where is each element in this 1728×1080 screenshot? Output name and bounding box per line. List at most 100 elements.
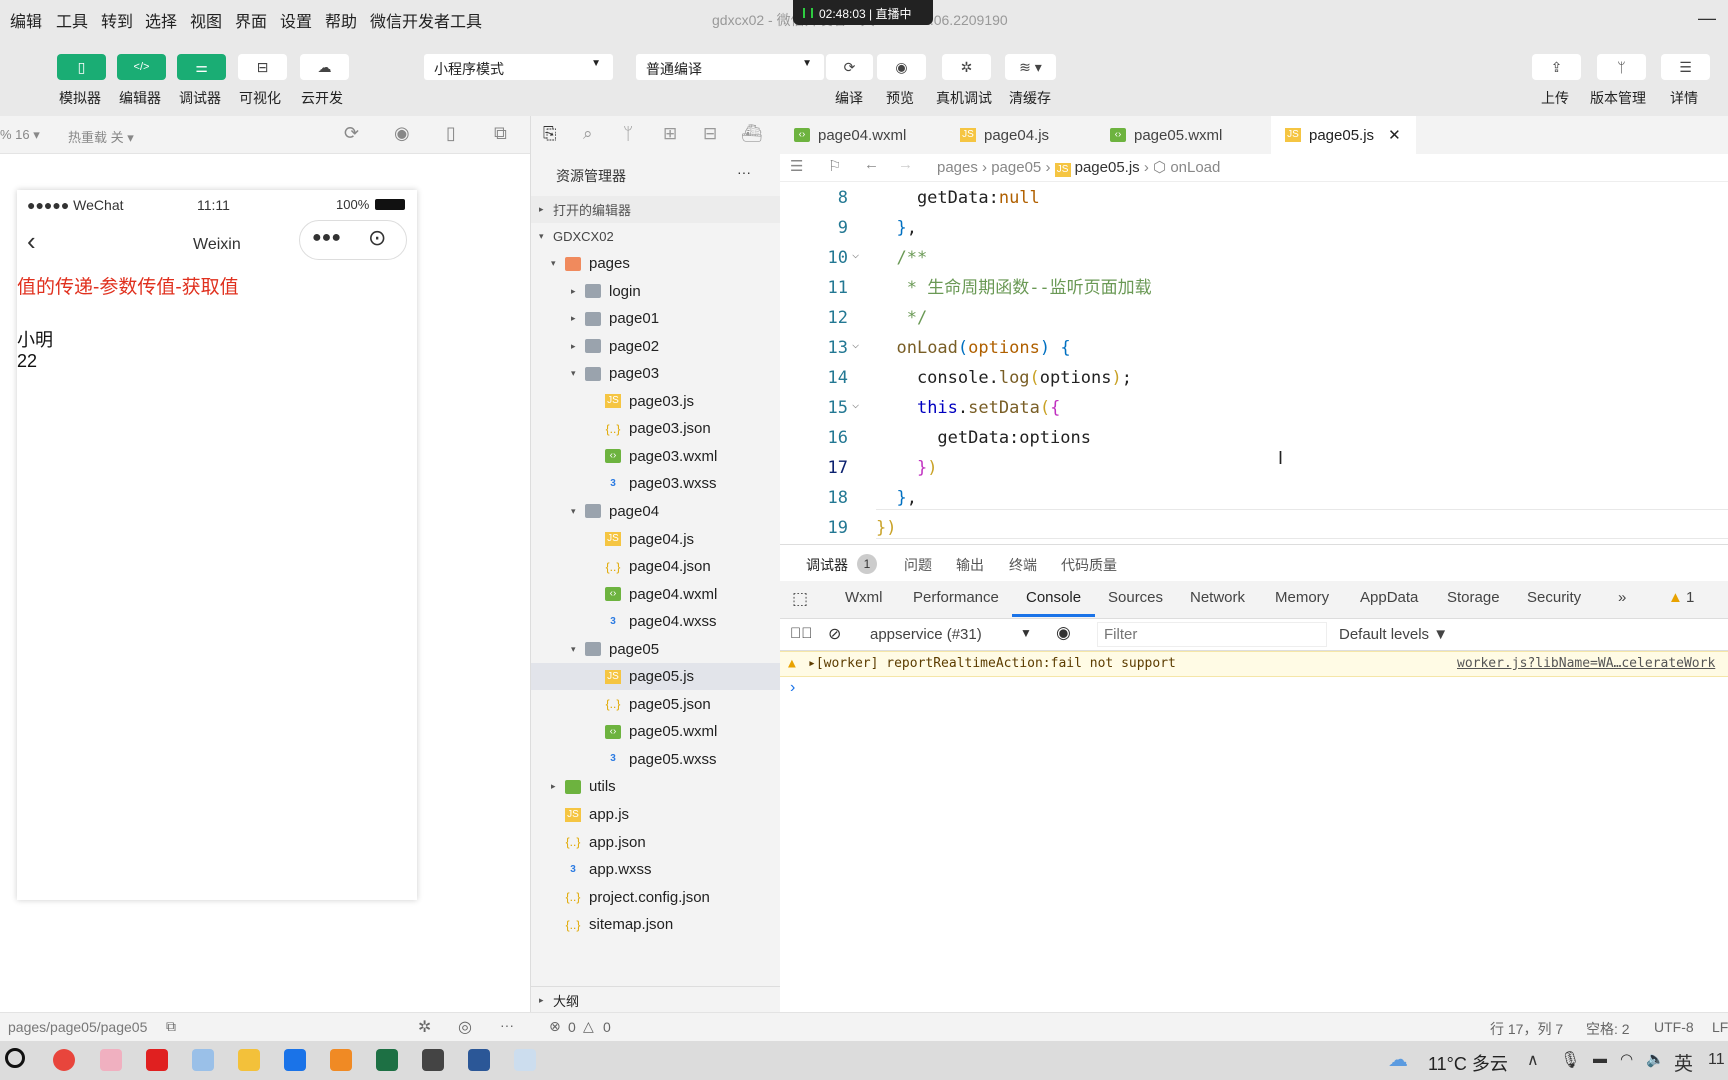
code-line[interactable]: this.setData({ (876, 393, 1060, 423)
tree-item[interactable]: {..} app.json (531, 829, 781, 856)
bug-icon[interactable]: ✲ (418, 1017, 431, 1037)
real-device-debug-button[interactable]: ✲ (942, 54, 991, 80)
tab-code-quality[interactable]: 代码质量 (1061, 555, 1117, 575)
fold-chevron-icon[interactable]: ⌵ (852, 337, 859, 351)
tree-item[interactable]: ‹› page05.wxml (531, 718, 781, 745)
encoding[interactable]: UTF-8 (1654, 1019, 1694, 1035)
tree-item[interactable]: ▾ page04 (531, 498, 781, 525)
cursor-position[interactable]: 行 17，列 7 (1490, 1019, 1563, 1039)
tab-page05-wxml[interactable]: ‹› page05.wxml (1096, 116, 1262, 154)
project-section[interactable]: ▾ GDXCX02 (531, 223, 781, 250)
clear-cache-button[interactable]: ≋ ▾ (1005, 54, 1056, 80)
tab-security[interactable]: Security (1527, 589, 1581, 606)
fold-chevron-icon[interactable]: ⌵ (852, 247, 859, 261)
color-picker-icon[interactable] (422, 1049, 444, 1071)
files-icon[interactable]: ⎘ (543, 124, 557, 144)
tree-item[interactable]: ‹› page03.wxml (531, 443, 781, 470)
minimize-button[interactable]: — (1698, 8, 1716, 29)
tree-item[interactable]: {..} page05.json (531, 691, 781, 718)
menu-view[interactable]: 视图 (190, 8, 222, 32)
eye-icon[interactable]: ◎ (458, 1017, 472, 1037)
menu-tools[interactable]: 工具 (56, 8, 88, 32)
code-line[interactable]: }) (876, 453, 938, 483)
tab-wxml[interactable]: Wxml (845, 589, 883, 606)
error-count[interactable]: 0 (568, 1019, 576, 1035)
eol[interactable]: LF (1712, 1019, 1728, 1035)
close-miniprogram-icon[interactable]: ⊙ (368, 225, 386, 251)
tab-problems[interactable]: 问题 (904, 555, 932, 575)
code-line[interactable]: }, (876, 213, 917, 243)
chevron-down-icon[interactable]: ▾ (571, 506, 585, 517)
mode-select[interactable]: 小程序模式 ▼ (424, 54, 613, 80)
chevron-right-icon[interactable]: ▸ (551, 781, 565, 792)
tree-item[interactable]: JS page03.js (531, 388, 781, 415)
more-icon[interactable]: ●●● (312, 229, 341, 247)
upload-button[interactable]: ⇪ (1532, 54, 1581, 80)
warning-count[interactable]: 1 (1686, 589, 1694, 606)
wifi-icon[interactable]: ◠ (1620, 1050, 1633, 1068)
levels-select[interactable]: Default levels ▼ (1339, 626, 1448, 643)
docker-icon[interactable]: ⛴ (741, 124, 763, 144)
visual-button[interactable]: ⊟ (238, 54, 287, 80)
clock[interactable]: 11 (1708, 1051, 1725, 1069)
tab-sources[interactable]: Sources (1108, 589, 1163, 606)
menu-edit[interactable]: 编辑 (10, 8, 42, 32)
code-line[interactable]: }, (876, 483, 917, 513)
rotate-icon[interactable]: ⟳ (344, 123, 359, 144)
tree-item[interactable]: 3 page05.wxss (531, 746, 781, 773)
code-line[interactable]: * 生命周期函数--监听页面加载 (876, 273, 1152, 303)
chevron-right-icon[interactable]: ▸ (571, 341, 585, 352)
tree-item[interactable]: JS app.js (531, 801, 781, 828)
chevron-right-icon[interactable]: ▸ (571, 286, 585, 297)
debugger-button[interactable]: ⚌ (177, 54, 226, 80)
warning-source-link[interactable]: worker.js?libName=WA…celerateWork (1457, 652, 1715, 676)
menu-devtools[interactable]: 微信开发者工具 (370, 8, 482, 32)
app-icon[interactable] (284, 1049, 306, 1071)
code-line[interactable]: }) (876, 513, 896, 543)
volume-icon[interactable]: 🔈 (1646, 1050, 1665, 1068)
tree-item[interactable]: ▾ page05 (531, 636, 781, 663)
tree-item[interactable]: ▸ login (531, 278, 781, 305)
crumb-pages[interactable]: pages (937, 159, 978, 176)
record-icon[interactable]: ◉ (394, 123, 410, 144)
indentation[interactable]: 空格: 2 (1586, 1019, 1630, 1039)
search-icon[interactable] (5, 1048, 25, 1068)
open-editors-section[interactable]: ▸ 打开的编辑器 (531, 196, 781, 223)
simulator-button[interactable]: ▯ (57, 54, 106, 80)
inspect-icon[interactable]: ⬚ (792, 589, 808, 609)
crumb-page05[interactable]: page05 (991, 159, 1041, 176)
crumb-symbol[interactable]: onLoad (1170, 159, 1220, 176)
code-line[interactable]: getData:options (876, 423, 1091, 453)
tree-item[interactable]: JS page05.js (531, 663, 781, 691)
popout-icon[interactable]: ⧉ (494, 123, 507, 144)
tab-debugger[interactable]: 调试器 (806, 555, 848, 583)
microphone-icon[interactable]: 🎙 (1560, 1050, 1580, 1070)
youdao-icon[interactable] (146, 1049, 168, 1071)
chevron-down-icon[interactable]: ▾ (571, 644, 585, 655)
zoom-select[interactable]: % 16 ▾ (0, 127, 40, 143)
forward-arrow-icon[interactable]: → (898, 156, 913, 173)
details-button[interactable]: ☰ (1661, 54, 1710, 80)
tree-item[interactable]: {..} page03.json (531, 415, 781, 442)
back-arrow-icon[interactable]: ← (864, 156, 879, 173)
tab-performance[interactable]: Performance (913, 589, 999, 606)
menu-settings[interactable]: 设置 (280, 8, 312, 32)
chevron-up-icon[interactable]: ∧ (1527, 1050, 1539, 1070)
back-icon[interactable]: ‹ (27, 226, 36, 257)
tree-item[interactable]: ‹› page04.wxml (531, 581, 781, 608)
code-line[interactable]: getData:null (876, 183, 1040, 213)
sidebar-toggle-icon[interactable]: ▶⃞ (790, 625, 813, 642)
excel-icon[interactable] (376, 1049, 398, 1071)
tree-item[interactable]: ▾ pages (531, 250, 781, 277)
battery-icon[interactable]: ▬ (1593, 1050, 1607, 1066)
tree-item[interactable]: JS page04.js (531, 526, 781, 553)
code-line[interactable]: */ (876, 303, 927, 333)
list-icon[interactable]: ☰ (790, 157, 803, 175)
tab-appdata[interactable]: AppData (1360, 589, 1418, 606)
tree-item[interactable]: {..} page04.json (531, 553, 781, 580)
tree-item[interactable]: ▸ page02 (531, 333, 781, 360)
outline-section[interactable]: ▸ 大纲 (531, 986, 781, 1013)
more-tabs-button[interactable]: » (1618, 589, 1626, 606)
console-prompt[interactable]: › (790, 679, 795, 697)
ime-indicator[interactable]: 英 (1674, 1049, 1693, 1076)
